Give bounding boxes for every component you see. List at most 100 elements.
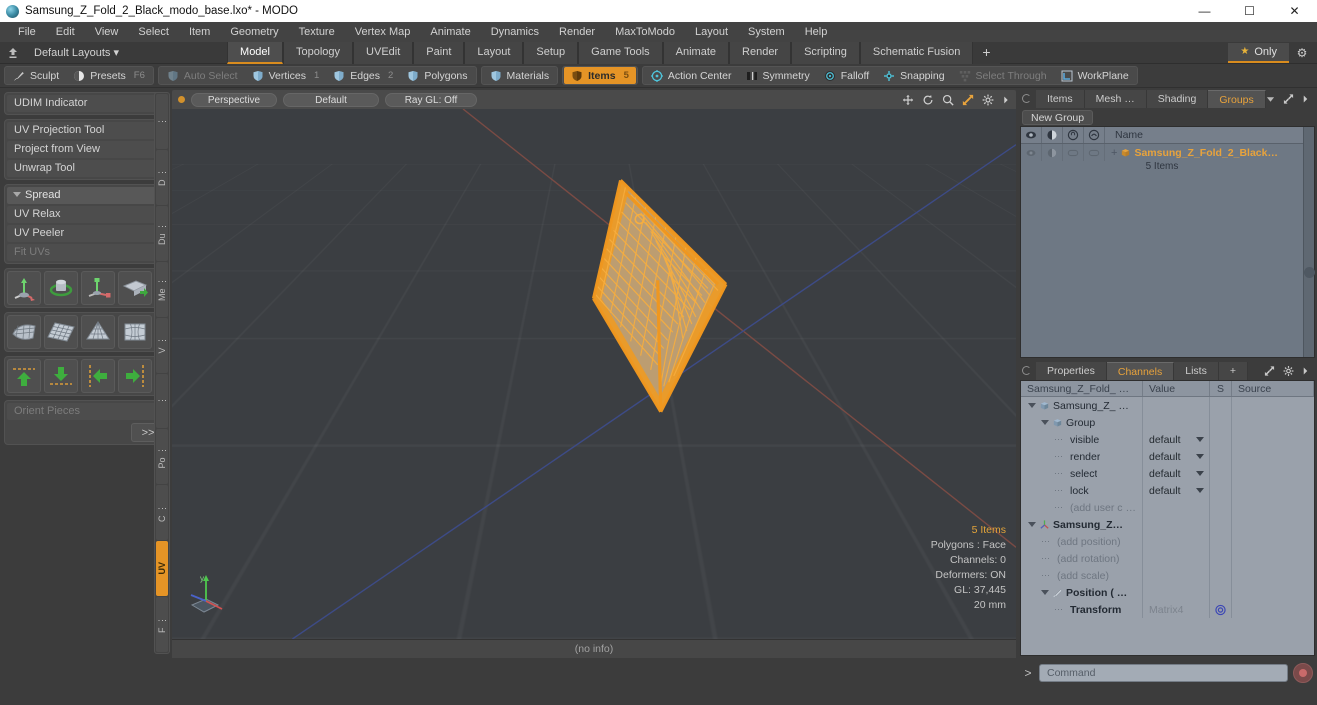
record-icon[interactable] — [1293, 663, 1313, 683]
row-render-toggle[interactable] — [1042, 144, 1063, 161]
menu-item-dynamics[interactable]: Dynamics — [481, 22, 549, 42]
maximize-button[interactable]: ☐ — [1227, 0, 1272, 22]
channel-value-cell[interactable]: default — [1143, 465, 1210, 482]
chevron-right-icon[interactable] — [1302, 365, 1309, 377]
panel-tab-items[interactable]: Items — [1036, 90, 1085, 108]
panel-tab-groups[interactable]: Groups — [1208, 90, 1266, 108]
minimize-button[interactable]: — — [1182, 0, 1227, 22]
item-list-empty-area[interactable] — [1021, 174, 1303, 357]
mode-button-presets[interactable]: Presets F6 — [66, 67, 152, 84]
item-list-scrollbar[interactable] — [1303, 127, 1315, 357]
menu-item-animate[interactable]: Animate — [420, 22, 480, 42]
mode-button-sculpt[interactable]: Sculpt — [6, 67, 66, 84]
orient-pieces-button[interactable]: Orient Pieces — [7, 403, 165, 420]
channel-source-toggle-cell[interactable] — [1210, 533, 1232, 550]
channel-source-toggle-cell[interactable] — [1210, 431, 1232, 448]
popout-icon[interactable] — [1283, 93, 1294, 105]
only-toggle-button[interactable]: ★ Only — [1228, 42, 1289, 63]
viewport-menu-dot-icon[interactable] — [178, 96, 185, 103]
gear-icon[interactable] — [982, 94, 994, 106]
uv-flip-icon[interactable] — [118, 271, 152, 305]
uv-move-icon[interactable] — [7, 271, 41, 305]
menu-item-edit[interactable]: Edit — [46, 22, 85, 42]
layout-tab-game-tools[interactable]: Game Tools — [578, 41, 663, 64]
default-layouts-dropdown[interactable]: Default Layouts ▾ — [26, 42, 127, 64]
menu-item-vertex-map[interactable]: Vertex Map — [345, 22, 421, 42]
menu-item-help[interactable]: Help — [795, 22, 838, 42]
rotate-icon[interactable] — [922, 94, 934, 106]
channel-name-cell[interactable]: ⋯ lock — [1021, 482, 1143, 499]
tool-unwrap-tool[interactable]: Unwrap Tool — [7, 160, 165, 177]
spread-group-header[interactable]: Spread — [7, 187, 165, 204]
scrollbar-grip[interactable] — [1304, 267, 1315, 278]
maximize-icon[interactable] — [962, 94, 974, 106]
table-row[interactable]: + Samsung_Z_Fold_2_Black… — [1021, 144, 1303, 161]
panel-tab-shading[interactable]: Shading — [1146, 90, 1209, 108]
channel-row[interactable]: ⋯ Transform Matrix4 — [1021, 601, 1314, 618]
expand-triangle-icon[interactable] — [1028, 403, 1036, 408]
menu-item-texture[interactable]: Texture — [289, 22, 345, 42]
vertical-tab-5[interactable]: ⋮ — [156, 373, 168, 429]
channel-source-toggle-cell[interactable] — [1210, 567, 1232, 584]
mode-button-action-center[interactable]: Action Center — [644, 67, 739, 84]
menu-item-render[interactable]: Render — [549, 22, 605, 42]
add-layout-tab-button[interactable]: + — [973, 41, 1000, 64]
channel-source-toggle-cell[interactable] — [1210, 516, 1232, 533]
channels-col-header-1[interactable]: Value — [1143, 381, 1210, 396]
channel-source-toggle-cell[interactable] — [1210, 465, 1232, 482]
uv-rotate-icon[interactable] — [44, 271, 78, 305]
channel-name-cell[interactable]: ⋯ (add user c … — [1021, 499, 1143, 516]
mode-button-workplane[interactable]: WorkPlane — [1054, 67, 1136, 84]
vertical-tab-9[interactable]: F ⋮ — [156, 597, 168, 653]
channel-name-cell[interactable]: ⋯ visible — [1021, 431, 1143, 448]
expand-triangle-icon[interactable] — [1041, 420, 1049, 425]
chevron-right-icon[interactable] — [1002, 94, 1010, 106]
channel-row[interactable]: ⋯ visible default — [1021, 431, 1314, 448]
chevron-down-icon[interactable] — [1196, 454, 1204, 459]
mode-button-items[interactable]: Items 5 — [564, 67, 636, 84]
vertical-tab-7[interactable]: C ⋮ — [156, 485, 168, 541]
channel-name-cell[interactable]: ⋯ (add rotation) — [1021, 550, 1143, 567]
move-icon[interactable] — [902, 94, 914, 106]
channel-row[interactable]: ⋯ (add user c … — [1021, 499, 1314, 516]
row-visibility-toggle[interactable] — [1021, 144, 1042, 161]
vertical-tab-4[interactable]: V ⋮ — [156, 317, 168, 373]
channel-source-toggle-cell[interactable] — [1210, 482, 1232, 499]
panel-tab--[interactable]: + — [1218, 362, 1248, 380]
tool-udim-indicator[interactable]: UDIM Indicator — [7, 95, 165, 112]
expand-triangle-icon[interactable] — [1041, 590, 1049, 595]
vertical-tab-uv[interactable]: UV — [156, 541, 168, 597]
expand-plus-icon[interactable]: + — [1111, 147, 1117, 159]
layout-tab-uvedit[interactable]: UVEdit — [353, 41, 414, 64]
menu-item-view[interactable]: View — [85, 22, 129, 42]
channels-list[interactable]: Samsung_Z_Fold_ … Value S Source Samsung_Z_… — [1020, 380, 1315, 656]
channel-source-toggle-cell[interactable] — [1210, 601, 1232, 618]
chevron-down-icon[interactable] — [1196, 437, 1204, 442]
vertical-tab-3[interactable]: Me ⋮ — [156, 261, 168, 317]
channel-source-toggle-cell[interactable] — [1210, 397, 1232, 414]
chevron-down-icon[interactable] — [1196, 471, 1204, 476]
mode-button-symmetry[interactable]: Symmetry — [739, 67, 817, 84]
channel-row[interactable]: ⋯ (add position) — [1021, 533, 1314, 550]
layout-tab-paint[interactable]: Paint — [413, 41, 465, 64]
row-select-toggle[interactable] — [1084, 144, 1105, 161]
mode-button-materials[interactable]: Materials — [483, 67, 557, 84]
panel-lock-icon[interactable] — [1022, 366, 1031, 375]
menu-item-system[interactable]: System — [738, 22, 795, 42]
layout-tab-model[interactable]: Model — [227, 41, 283, 64]
channels-col-header-0[interactable]: Samsung_Z_Fold_ … — [1021, 381, 1143, 396]
channel-name-cell[interactable]: ⋯ select — [1021, 465, 1143, 482]
align-down-icon[interactable] — [44, 359, 78, 393]
layout-tab-topology[interactable]: Topology — [283, 41, 354, 64]
mode-button-polygons[interactable]: Polygons — [400, 67, 474, 84]
menu-item-item[interactable]: Item — [179, 22, 220, 42]
channel-name-cell[interactable]: ⋯ Transform — [1021, 601, 1143, 618]
tool-project-from-view[interactable]: Project from View — [7, 141, 165, 158]
channel-row[interactable]: Position ( … — [1021, 584, 1314, 601]
vertical-tab-1[interactable]: D ⋮ — [156, 149, 168, 205]
mode-button-falloff[interactable]: Falloff — [817, 67, 876, 84]
home-layout-icon[interactable] — [0, 47, 26, 59]
settings-gear-icon[interactable]: ⚙ — [1291, 43, 1313, 63]
mode-button-vertices[interactable]: Vertices 1 — [245, 67, 327, 84]
align-right-icon[interactable] — [118, 359, 152, 393]
